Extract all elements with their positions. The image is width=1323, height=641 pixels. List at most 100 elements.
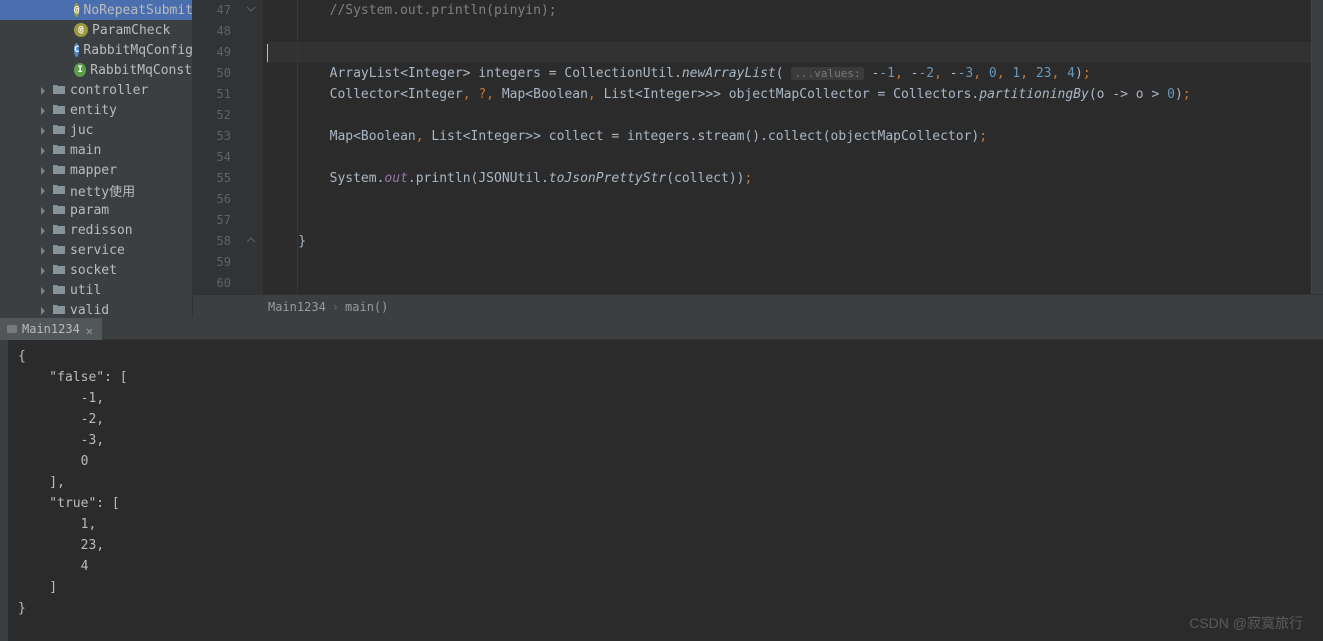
line-number: 52 [193,105,231,126]
line-gutter[interactable]: 47 48 49 50 51 52 53 54 55 56 57 58 59 6… [193,0,243,294]
tree-label: socket [70,263,117,278]
line-number: 51 [193,84,231,105]
tree-label: controller [70,83,148,98]
project-tree[interactable]: @ NoRepeatSubmit @ ParamCheck C RabbitMq… [0,0,193,318]
chevron-right-icon[interactable] [38,245,48,255]
breadcrumb-item[interactable]: Main1234 [268,300,326,314]
chevron-right-icon[interactable] [38,185,48,195]
tree-folder-netty[interactable]: netty使用 [0,180,192,200]
folder-icon [52,143,66,157]
editor-scrollbar[interactable] [1311,0,1323,294]
folder-icon [52,83,66,97]
chevron-right-icon[interactable] [38,285,48,295]
console-tab-main1234[interactable]: Main1234 ✕ [0,318,102,340]
code-line: System.out.println(JSONUtil.toJsonPretty… [267,168,1311,189]
fold-icon[interactable] [246,3,256,13]
chevron-right-icon[interactable] [38,165,48,175]
tree-folder-socket[interactable]: socket [0,260,192,280]
tree-folder-param[interactable]: param [0,200,192,220]
code-line [267,189,1311,210]
run-tab-icon [6,323,18,335]
line-number: 53 [193,126,231,147]
tree-folder-valid[interactable]: valid [0,300,192,318]
line-number: 60 [193,273,231,294]
tree-item-norepeatsubmit[interactable]: @ NoRepeatSubmit [0,0,192,20]
code-line [267,252,1311,273]
tree-label: service [70,243,125,258]
chevron-right-icon[interactable] [38,205,48,215]
caret [267,44,268,62]
tree-label: entity [70,103,117,118]
tree-label: redisson [70,223,133,238]
line-number: 49 [193,42,231,63]
code-line: Map<Boolean, List<Integer>> collect = in… [267,126,1311,147]
code-line-current [267,42,1311,63]
code-line: ArrayList<Integer> integers = Collection… [267,63,1311,84]
folder-icon [52,263,66,277]
tree-folder-service[interactable]: service [0,240,192,260]
console-output[interactable]: { "false": [ -1, -2, -3, 0 ], "true": [ … [8,340,1323,641]
tree-label: netty使用 [70,181,135,200]
class-icon: C [74,43,79,57]
tree-label: juc [70,123,93,138]
close-icon[interactable]: ✕ [86,324,96,334]
console-tabs[interactable]: Main1234 ✕ [0,318,1323,340]
code-line [267,147,1311,168]
breadcrumb-item[interactable]: main() [345,300,388,314]
line-number: 57 [193,210,231,231]
breadcrumb[interactable]: Main1234 › main() [193,294,1323,318]
indent-guide [297,0,298,294]
line-number: 54 [193,147,231,168]
folder-icon [52,123,66,137]
tree-label: param [70,203,109,218]
folder-icon [52,103,66,117]
tree-folder-redisson[interactable]: redisson [0,220,192,240]
tree-folder-entity[interactable]: entity [0,100,192,120]
code-line [267,210,1311,231]
interface-icon: I [74,63,86,77]
folder-icon [52,283,66,297]
chevron-right-icon[interactable] [38,225,48,235]
chevron-right-icon[interactable] [38,305,48,315]
watermark: CSDN @寂寞旅行 [1189,613,1303,633]
code-line: } [267,231,1311,252]
tree-folder-controller[interactable]: controller [0,80,192,100]
tree-label: ParamCheck [92,23,170,38]
folder-icon [52,223,66,237]
folder-icon [52,243,66,257]
code-editor[interactable]: 47 48 49 50 51 52 53 54 55 56 57 58 59 6… [193,0,1323,294]
folder-icon [52,183,66,197]
tree-label: RabbitMqConst [90,63,192,78]
chevron-right-icon[interactable] [38,265,48,275]
chevron-right-icon[interactable] [38,85,48,95]
tree-folder-util[interactable]: util [0,280,192,300]
annotation-icon: @ [74,23,88,37]
line-number: 56 [193,189,231,210]
tree-folder-mapper[interactable]: mapper [0,160,192,180]
line-number: 47 [193,0,231,21]
tree-item-paramcheck[interactable]: @ ParamCheck [0,20,192,40]
line-number: 59 [193,252,231,273]
console-tab-label: Main1234 [22,322,80,336]
chevron-right-icon[interactable] [38,145,48,155]
line-number: 58 [193,231,231,252]
line-number: 48 [193,21,231,42]
chevron-right-icon: › [332,300,339,314]
console-gutter [0,340,8,641]
code-content[interactable]: //System.out.println(pinyin); ArrayList<… [263,0,1311,294]
tree-item-rabbitmqconst[interactable]: I RabbitMqConst [0,60,192,80]
tree-folder-main[interactable]: main [0,140,192,160]
code-line [267,273,1311,294]
code-line [267,105,1311,126]
tree-label: NoRepeatSubmit [83,3,193,18]
code-line: //System.out.println(pinyin); [267,0,1311,21]
fold-gutter[interactable] [243,0,263,294]
tree-label: valid [70,303,109,318]
tree-label: mapper [70,163,117,178]
fold-end-icon[interactable] [246,234,256,244]
tree-label: RabbitMqConfig [83,43,193,58]
chevron-right-icon[interactable] [38,125,48,135]
tree-folder-juc[interactable]: juc [0,120,192,140]
tree-item-rabbitmqconfig[interactable]: C RabbitMqConfig [0,40,192,60]
chevron-right-icon[interactable] [38,105,48,115]
